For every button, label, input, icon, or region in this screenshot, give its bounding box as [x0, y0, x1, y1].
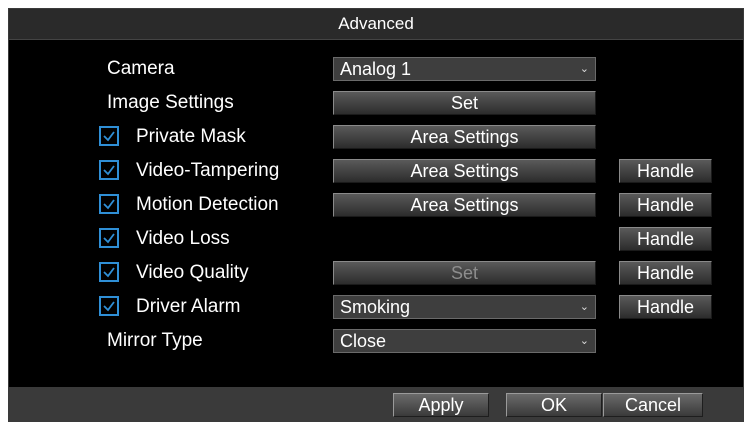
- driver-alarm-label: Driver Alarm: [136, 296, 241, 317]
- checkmark-icon: [103, 233, 115, 244]
- checkmark-icon: [103, 301, 115, 312]
- video-loss-row: Video Loss Handle: [9, 224, 743, 254]
- driver-alarm-row: Driver Alarm Smoking ⌄ Handle: [9, 292, 743, 322]
- cancel-button[interactable]: Cancel: [603, 393, 703, 417]
- mirror-type-label: Mirror Type: [107, 330, 203, 351]
- motion-detection-row: Motion Detection Area Settings Handle: [9, 190, 743, 220]
- private-mask-row: Private Mask Area Settings: [9, 122, 743, 152]
- checkmark-icon: [103, 199, 115, 210]
- driver-alarm-checkbox[interactable]: [99, 296, 119, 316]
- video-loss-label: Video Loss: [136, 228, 230, 249]
- video-loss-handle-button[interactable]: Handle: [619, 227, 712, 251]
- advanced-dialog: Advanced Camera Analog 1 ⌄ Image Setting…: [8, 8, 744, 422]
- video-quality-handle-button[interactable]: Handle: [619, 261, 712, 285]
- dialog-title: Advanced: [9, 9, 743, 40]
- video-tampering-label: Video-Tampering: [136, 160, 280, 181]
- driver-alarm-select[interactable]: Smoking ⌄: [333, 295, 596, 319]
- chevron-down-icon: ⌄: [579, 335, 589, 347]
- camera-row: Camera Analog 1 ⌄: [9, 54, 743, 84]
- chevron-down-icon: ⌄: [579, 301, 589, 313]
- ok-button[interactable]: OK: [506, 393, 602, 417]
- camera-select[interactable]: Analog 1 ⌄: [333, 57, 596, 81]
- motion-detection-area-settings-button[interactable]: Area Settings: [333, 193, 596, 217]
- video-loss-checkbox[interactable]: [99, 228, 119, 248]
- apply-button[interactable]: Apply: [393, 393, 489, 417]
- private-mask-checkbox[interactable]: [99, 126, 119, 146]
- image-settings-row: Image Settings Set: [9, 88, 743, 118]
- camera-select-value: Analog 1: [340, 59, 412, 79]
- driver-alarm-handle-button[interactable]: Handle: [619, 295, 712, 319]
- private-mask-label: Private Mask: [136, 126, 246, 147]
- private-mask-area-settings-button[interactable]: Area Settings: [333, 125, 596, 149]
- mirror-type-select[interactable]: Close ⌄: [333, 329, 596, 353]
- camera-label: Camera: [107, 58, 175, 79]
- video-quality-label: Video Quality: [136, 262, 249, 283]
- chevron-down-icon: ⌄: [579, 63, 589, 75]
- video-tampering-handle-button[interactable]: Handle: [619, 159, 712, 183]
- video-quality-checkbox[interactable]: [99, 262, 119, 282]
- video-quality-set-button[interactable]: Set: [333, 261, 596, 285]
- checkmark-icon: [103, 267, 115, 278]
- image-settings-set-button[interactable]: Set: [333, 91, 596, 115]
- checkmark-icon: [103, 165, 115, 176]
- dialog-footer: Apply OK Cancel: [9, 387, 743, 421]
- video-tampering-checkbox[interactable]: [99, 160, 119, 180]
- motion-detection-label: Motion Detection: [136, 194, 279, 215]
- checkmark-icon: [103, 131, 115, 142]
- motion-detection-handle-button[interactable]: Handle: [619, 193, 712, 217]
- motion-detection-checkbox[interactable]: [99, 194, 119, 214]
- mirror-type-select-value: Close: [340, 331, 387, 351]
- image-settings-label: Image Settings: [107, 92, 234, 113]
- video-quality-row: Video Quality Set Handle: [9, 258, 743, 288]
- video-tampering-row: Video-Tampering Area Settings Handle: [9, 156, 743, 186]
- mirror-type-row: Mirror Type Close ⌄: [9, 326, 743, 356]
- driver-alarm-select-value: Smoking: [340, 297, 411, 317]
- video-tampering-area-settings-button[interactable]: Area Settings: [333, 159, 596, 183]
